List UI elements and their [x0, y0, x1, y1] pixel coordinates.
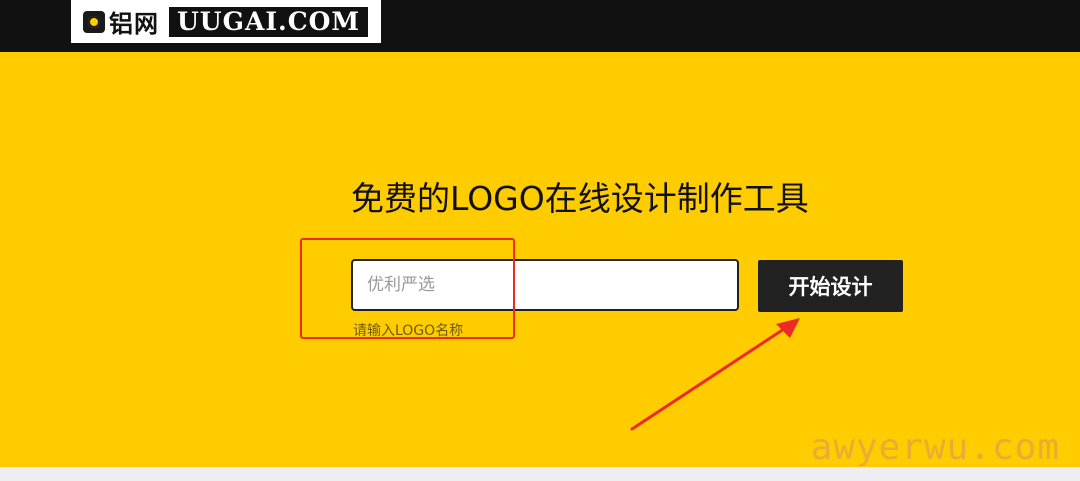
arrow-icon [630, 318, 800, 431]
page-bottom-strip [0, 467, 1080, 481]
site-logo[interactable]: 铝网 UUGAI.COM [71, 0, 381, 43]
logo-chinese-text: 铝网 [109, 9, 159, 38]
logo-english-text: UUGAI.COM [169, 6, 369, 37]
page-title: 免费的LOGO在线设计制作工具 [351, 179, 809, 218]
start-design-button[interactable]: 开始设计 [758, 260, 903, 312]
gear-icon [83, 10, 105, 33]
watermark: awyerwu.com [810, 427, 1060, 468]
logo-name-input[interactable] [351, 259, 739, 311]
top-bar: 铝网 UUGAI.COM [0, 0, 1080, 52]
input-hint: 请输入LOGO名称 [353, 323, 464, 339]
